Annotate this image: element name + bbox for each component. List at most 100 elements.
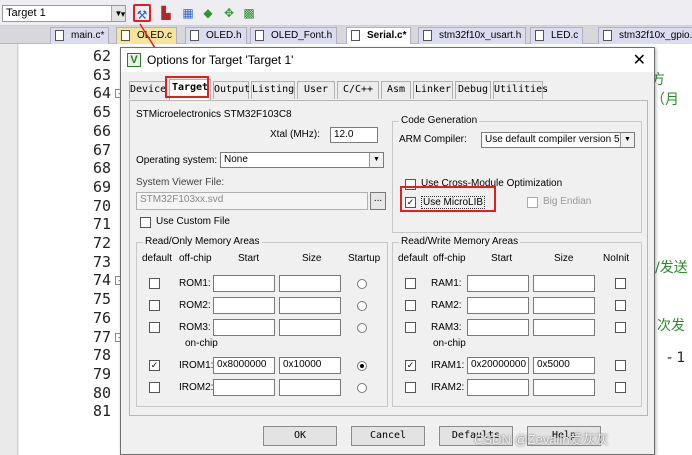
memory-size-input[interactable] [279, 297, 341, 314]
memory-area-name: RAM2: [431, 300, 462, 311]
svf-browse-button[interactable]: ... [370, 192, 386, 210]
noinit-checkbox[interactable] [615, 322, 626, 333]
memory-default-checkbox[interactable]: ✓ [149, 360, 160, 371]
memory-size-input[interactable] [279, 319, 341, 336]
startup-radio[interactable] [357, 383, 367, 393]
close-icon[interactable]: ✕ [633, 50, 646, 70]
memory-area-name: ROM3: [179, 322, 211, 333]
arm-compiler-select[interactable]: Use default compiler version 5 ▼ [481, 132, 635, 148]
noinit-checkbox[interactable] [615, 382, 626, 393]
tab-user[interactable]: User [297, 81, 335, 99]
use-custom-file-checkbox[interactable] [140, 217, 151, 228]
memory-start-input[interactable] [213, 275, 275, 292]
memory-area-name: ROM2: [179, 300, 211, 311]
noinit-checkbox[interactable] [615, 300, 626, 311]
device-name: STMicroelectronics STM32F103C8 [136, 109, 292, 120]
memory-start-input[interactable] [467, 275, 529, 292]
memory-area-name: IROM1: [179, 360, 214, 371]
tab-cc[interactable]: C/C++ [337, 81, 379, 99]
memory-start-input[interactable] [213, 297, 275, 314]
memory-size-input[interactable] [533, 379, 595, 396]
svf-label: System Viewer File: [136, 177, 225, 188]
memory-size-input[interactable]: 0x5000 [533, 357, 595, 374]
tab-linker[interactable]: Linker [413, 81, 453, 99]
col-start: Start [238, 253, 260, 264]
memory-area-name: IROM2: [179, 382, 214, 393]
memory-start-input[interactable] [467, 319, 529, 336]
memory-size-input[interactable] [279, 275, 341, 292]
tab-device[interactable]: Device [129, 81, 167, 99]
memory-default-checkbox[interactable] [405, 300, 416, 311]
arm-compiler-value: Use default compiler version 5 [485, 134, 620, 145]
memory-size-input[interactable] [533, 297, 595, 314]
chevron-down-icon: ▼ [620, 133, 634, 147]
noinit-checkbox[interactable] [615, 278, 626, 289]
startup-radio[interactable] [357, 279, 367, 289]
memory-start-input[interactable]: 0x8000000 [213, 357, 275, 374]
memory-default-checkbox[interactable] [405, 322, 416, 333]
memory-size-input[interactable] [533, 319, 595, 336]
memory-default-checkbox[interactable] [149, 322, 160, 333]
cancel-button[interactable]: Cancel [351, 426, 425, 446]
keil-icon: V [127, 53, 141, 67]
tab-debug[interactable]: Debug [455, 81, 491, 99]
startup-radio[interactable] [357, 301, 367, 311]
xtal-label: Xtal (MHz): [270, 129, 320, 140]
memory-start-input[interactable] [213, 319, 275, 336]
col-start: Start [491, 253, 513, 264]
memory-default-checkbox[interactable]: ✓ [405, 360, 416, 371]
dialog-titlebar: V Options for Target 'Target 1' ✕ [121, 48, 654, 72]
memory-area-name: RAM3: [431, 322, 462, 333]
tab-utilities[interactable]: Utilities [493, 81, 548, 99]
group-title: Read/Write Memory Areas [399, 236, 521, 247]
tab-listing[interactable]: Listing [251, 81, 295, 99]
memory-size-input[interactable]: 0x10000 [279, 357, 341, 374]
dialog-title: Options for Target 'Target 1' [147, 53, 294, 67]
memory-default-checkbox[interactable] [149, 382, 160, 393]
options-dialog: V Options for Target 'Target 1' ✕ Device… [120, 47, 655, 455]
tab-output[interactable]: Output [213, 81, 250, 99]
readonly-memory-group: Read/Only Memory Areas default off-chip … [136, 236, 388, 407]
col-offchip: off-chip [179, 253, 212, 264]
memory-default-checkbox[interactable] [149, 300, 160, 311]
memory-area-name: RAM1: [431, 278, 462, 289]
code-generation-group: Code Generation ARM Compiler: Use defaul… [392, 115, 642, 233]
memory-start-input[interactable] [213, 379, 275, 396]
highlight-microlib [400, 186, 496, 212]
chevron-down-icon: ▼ [369, 153, 383, 167]
os-select[interactable]: None ▼ [220, 152, 384, 168]
onchip-label: on-chip [185, 338, 218, 349]
tab-asm[interactable]: Asm [381, 81, 411, 99]
ok-button[interactable]: OK [263, 426, 337, 446]
noinit-checkbox[interactable] [615, 360, 626, 371]
big-endian-label: Big Endian [543, 196, 592, 207]
os-value: None [224, 154, 248, 165]
col-noinit: NoInit [603, 253, 630, 264]
memory-start-input[interactable] [467, 379, 529, 396]
memory-size-input[interactable] [279, 379, 341, 396]
big-endian-checkbox [527, 197, 538, 208]
xtal-input[interactable]: 12.0 [330, 127, 378, 143]
onchip-label: on-chip [433, 338, 466, 349]
memory-default-checkbox[interactable] [149, 278, 160, 289]
group-title: Code Generation [399, 115, 480, 126]
memory-size-input[interactable] [533, 275, 595, 292]
memory-default-checkbox[interactable] [405, 278, 416, 289]
startup-radio[interactable] [357, 323, 367, 333]
use-custom-file-label: Use Custom File [156, 216, 230, 227]
col-size: Size [302, 253, 322, 264]
memory-default-checkbox[interactable] [405, 382, 416, 393]
memory-start-input[interactable]: 0x20000000 [467, 357, 529, 374]
memory-area-name: IRAM2: [431, 382, 465, 393]
col-startup: Startup [348, 253, 381, 264]
arm-compiler-label: ARM Compiler: [399, 134, 467, 145]
watermark: CSDN @Zevalin爱灰灰 [474, 432, 609, 447]
col-offchip: off-chip [433, 253, 466, 264]
startup-radio[interactable] [357, 361, 367, 371]
memory-area-name: IRAM1: [431, 360, 465, 371]
memory-area-name: ROM1: [179, 278, 211, 289]
memory-start-input[interactable] [467, 297, 529, 314]
target-panel: STMicroelectronics STM32F103C8 Xtal (MHz… [129, 100, 648, 416]
col-default: default [398, 253, 429, 264]
col-default: default [142, 253, 173, 264]
